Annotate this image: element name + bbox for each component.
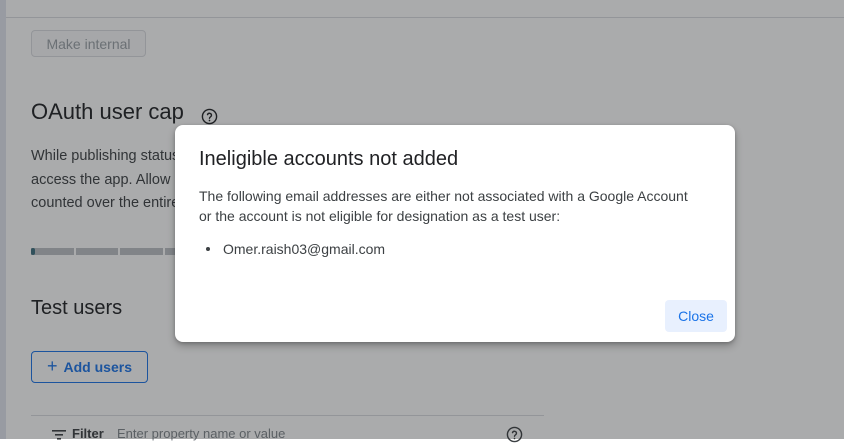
close-button[interactable]: Close [665,300,727,332]
dialog-body-line: The following email addresses are either… [199,188,688,204]
email-list-item: Omer.raish03@gmail.com [206,241,385,257]
ineligible-accounts-dialog: Ineligible accounts not added The follow… [175,125,735,342]
ineligible-email: Omer.raish03@gmail.com [223,241,386,257]
dialog-body: The following email addresses are either… [199,186,719,226]
dialog-body-line: or the account is not eligible for desig… [199,208,561,224]
bullet-icon [206,247,210,251]
dialog-title: Ineligible accounts not added [199,148,459,170]
